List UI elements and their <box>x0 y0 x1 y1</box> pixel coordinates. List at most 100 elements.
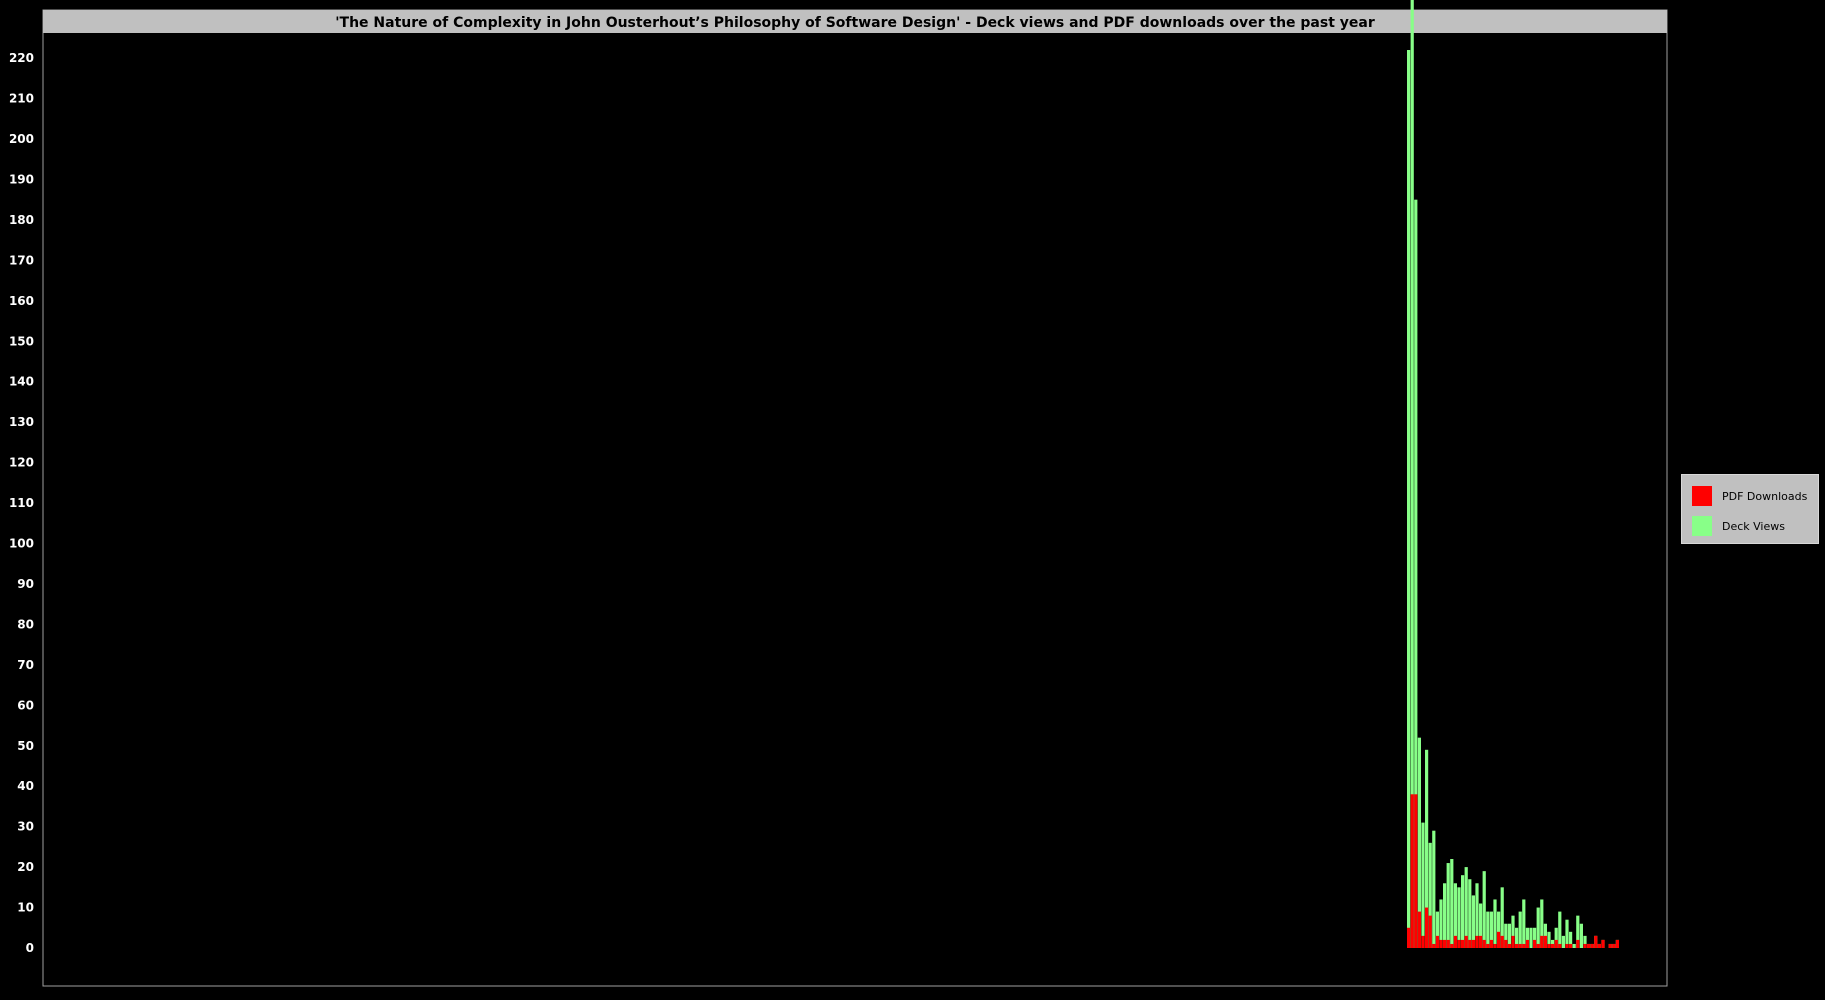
bar-pdf-downloads <box>1471 939 1475 948</box>
bar-pdf-downloads <box>1428 915 1432 948</box>
y-tick-label: 210 <box>9 92 34 106</box>
bar-pdf-downloads <box>1439 939 1443 948</box>
bar-deck-views <box>1565 919 1569 948</box>
bar-pdf-downloads <box>1443 939 1447 948</box>
bar-pdf-downloads <box>1453 935 1457 948</box>
chart-title: 'The Nature of Complexity in John Ouster… <box>335 15 1375 31</box>
bar-deck-views <box>1421 822 1425 948</box>
y-tick-label: 190 <box>9 172 34 186</box>
y-tick-label: 40 <box>17 779 34 793</box>
bar-pdf-downloads <box>1558 943 1562 948</box>
bar-pdf-downloads <box>1522 943 1526 948</box>
bar-deck-views <box>1482 871 1486 948</box>
y-tick-label: 60 <box>17 698 34 712</box>
bar-deck-views <box>1558 911 1562 948</box>
bar-deck-views <box>1493 899 1497 948</box>
legend-swatch-deck-views <box>1692 516 1712 536</box>
bar-pdf-downloads <box>1486 943 1490 948</box>
bar-pdf-downloads <box>1551 943 1555 948</box>
bar-pdf-downloads <box>1533 939 1537 948</box>
y-axis: 0 10 20 30 40 50 60 70 80 90 100 110 120 130 140 150 160… <box>9 51 34 955</box>
bar-deck-views <box>1486 911 1490 948</box>
bar-pdf-downloads <box>1475 935 1479 948</box>
bar-pdf-downloads <box>1500 935 1504 948</box>
bar-pdf-downloads <box>1457 939 1461 948</box>
bar-deck-views <box>1529 927 1533 948</box>
bar-deck-views <box>1446 863 1450 948</box>
y-tick-label: 130 <box>9 415 34 429</box>
bar-pdf-downloads <box>1597 943 1601 948</box>
bar-pdf-downloads <box>1461 939 1465 948</box>
y-tick-label: 200 <box>9 132 34 146</box>
bar-pdf-downloads <box>1497 931 1501 948</box>
bar-pdf-downloads <box>1450 943 1454 948</box>
y-tick-label: 70 <box>17 658 34 672</box>
bar-pdf-downloads <box>1414 794 1418 948</box>
bar-pdf-downloads <box>1543 935 1547 948</box>
bar-pdf-downloads <box>1435 935 1439 948</box>
bar-pdf-downloads <box>1594 935 1598 948</box>
y-tick-label: 20 <box>17 860 34 874</box>
bar-pdf-downloads <box>1489 939 1493 948</box>
bar-pdf-downloads <box>1421 935 1425 948</box>
bar-pdf-downloads <box>1576 939 1580 948</box>
bar-pdf-downloads <box>1612 943 1616 948</box>
bar-pdf-downloads <box>1536 943 1540 948</box>
legend-item-pdf-downloads: PDF Downloads <box>1692 485 1807 507</box>
y-tick-label: 80 <box>17 617 34 631</box>
y-tick-label: 90 <box>17 577 34 591</box>
bar-pdf-downloads <box>1565 943 1569 948</box>
legend-label-pdf-downloads: PDF Downloads <box>1722 489 1808 503</box>
legend-item-deck-views: Deck Views <box>1692 515 1785 537</box>
y-tick-label: 150 <box>9 334 34 348</box>
y-tick-label: 170 <box>9 253 34 267</box>
bar-deck-views <box>1432 830 1436 948</box>
y-tick-label: 30 <box>17 820 34 834</box>
bar-pdf-downloads <box>1507 943 1511 948</box>
legend: PDF Downloads Deck Views <box>1681 474 1819 544</box>
bar-deck-views <box>1443 883 1447 948</box>
bar-chart: 'The Nature of Complexity in John Ouster… <box>9 0 1668 987</box>
legend-label-deck-views: Deck Views <box>1722 519 1785 533</box>
bar-pdf-downloads <box>1464 935 1468 948</box>
bar-deck-views <box>1450 859 1454 948</box>
bar-pdf-downloads <box>1407 927 1411 948</box>
bar-deck-views <box>1461 875 1465 948</box>
bar-pdf-downloads <box>1511 935 1515 948</box>
bar-pdf-downloads <box>1425 907 1429 948</box>
bar-pdf-downloads <box>1515 943 1519 948</box>
y-tick-label: 10 <box>17 901 34 915</box>
bar-pdf-downloads <box>1504 939 1508 948</box>
bar-pdf-downloads <box>1446 939 1450 948</box>
bar-pdf-downloads <box>1569 943 1573 948</box>
bar-pdf-downloads <box>1468 939 1472 948</box>
bar-deck-views <box>1518 911 1522 948</box>
bar-pdf-downloads <box>1554 939 1558 948</box>
bar-pdf-downloads <box>1525 939 1529 948</box>
bar-pdf-downloads <box>1608 943 1612 948</box>
bar-pdf-downloads <box>1590 943 1594 948</box>
y-tick-label: 50 <box>17 739 34 753</box>
y-tick-label: 160 <box>9 294 34 308</box>
bar-deck-views <box>1579 923 1583 948</box>
bar-pdf-downloads <box>1601 939 1605 948</box>
bar-pdf-downloads <box>1479 935 1483 948</box>
bar-pdf-downloads <box>1583 943 1587 948</box>
bar-pdf-downloads <box>1417 911 1421 948</box>
bar-pdf-downloads <box>1540 935 1544 948</box>
y-tick-label: 180 <box>9 213 34 227</box>
bar-pdf-downloads <box>1518 943 1522 948</box>
y-tick-label: 0 <box>26 941 34 955</box>
bar-pdf-downloads <box>1432 943 1436 948</box>
bar-deck-views <box>1407 50 1411 948</box>
bar-deck-views <box>1572 943 1576 948</box>
bar-pdf-downloads <box>1482 939 1486 948</box>
bar-pdf-downloads <box>1615 939 1619 948</box>
y-tick-label: 120 <box>9 456 34 470</box>
bar-deck-views <box>1457 887 1461 948</box>
y-tick-label: 220 <box>9 51 34 65</box>
bar-deck-views <box>1561 935 1565 948</box>
legend-swatch-pdf-downloads <box>1692 486 1712 506</box>
bar-deck-views <box>1522 899 1526 948</box>
bar-pdf-downloads <box>1587 943 1591 948</box>
